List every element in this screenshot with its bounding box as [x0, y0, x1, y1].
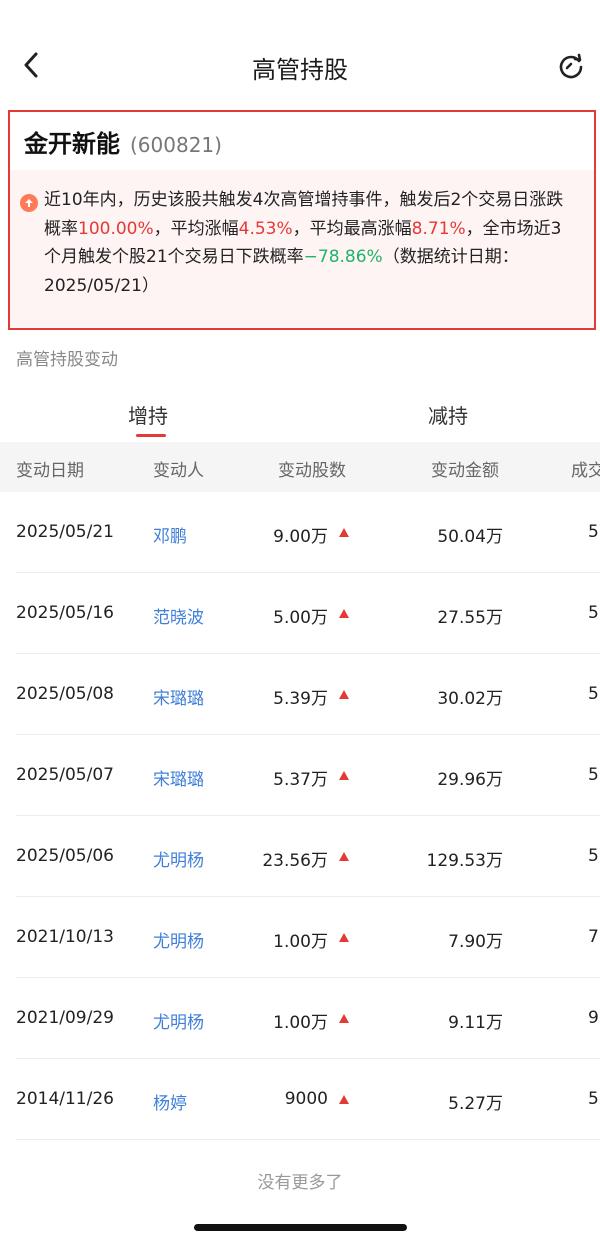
up-triangle-icon — [339, 1095, 349, 1104]
row-shares: 9000 — [284, 1089, 328, 1109]
row-price: 5 — [588, 603, 599, 623]
row-divider — [16, 1139, 600, 1140]
active-tab-indicator — [136, 434, 166, 437]
row-amount: 129.53万 — [426, 851, 503, 871]
row-shares: 5.39万 — [273, 689, 328, 709]
rise-probability: 100.00% — [78, 218, 154, 239]
row-person-link[interactable]: 尤明杨 — [153, 846, 204, 871]
row-date: 2025/05/16 — [16, 603, 114, 623]
tab-decrease[interactable]: 减持 — [300, 380, 600, 442]
table-row[interactable]: 2025/05/06 尤明杨 23.56万 129.53万 5 — [0, 816, 600, 897]
column-header-amount[interactable]: 变动金额 — [431, 456, 499, 481]
row-price: 5 — [588, 522, 599, 542]
home-indicator[interactable] — [194, 1224, 407, 1231]
up-triangle-icon — [339, 690, 349, 699]
up-triangle-icon — [339, 609, 349, 618]
stock-stats: 近10年内，历史该股共触发4次高管增持事件，触发后2个交易日涨跌概率100.00… — [10, 170, 594, 327]
row-shares: 5.00万 — [273, 608, 328, 628]
row-date: 2025/05/08 — [16, 684, 114, 704]
section-label: 高管持股变动 — [16, 350, 118, 370]
row-person-link[interactable]: 邓鹏 — [153, 522, 187, 547]
table-body: 2025/05/21 邓鹏 9.00万 50.04万 5 2025/05/16 … — [0, 492, 600, 1140]
row-price: 5 — [588, 1089, 599, 1109]
stock-header: 金开新能 (600821) — [10, 112, 594, 170]
stock-description: 近10年内，历史该股共触发4次高管增持事件，触发后2个交易日涨跌概率100.00… — [44, 190, 564, 296]
row-price: 5 — [588, 765, 599, 785]
up-triangle-icon — [339, 852, 349, 861]
row-price: 9 — [588, 1008, 599, 1028]
table-row[interactable]: 2025/05/08 宋璐璐 5.39万 30.02万 5 — [0, 654, 600, 735]
row-shares: 23.56万 — [262, 851, 328, 871]
row-price: 5 — [588, 684, 599, 704]
table-row[interactable]: 2021/10/13 尤明杨 1.00万 7.90万 7 — [0, 897, 600, 978]
nav-bar: 高管持股 — [0, 30, 600, 100]
row-date: 2021/09/29 — [16, 1008, 114, 1028]
arrow-up-icon — [20, 194, 38, 212]
tab-increase[interactable]: 增持 — [0, 380, 300, 442]
row-date: 2021/10/13 — [16, 927, 114, 947]
table-row[interactable]: 2025/05/16 范晓波 5.00万 27.55万 5 — [0, 573, 600, 654]
page-title: 高管持股 — [252, 56, 348, 84]
row-person-link[interactable]: 尤明杨 — [153, 927, 204, 952]
row-shares: 5.37万 — [273, 770, 328, 790]
row-date: 2014/11/26 — [16, 1089, 114, 1109]
table-row[interactable]: 2014/11/26 杨婷 9000 5.27万 5 — [0, 1059, 600, 1140]
row-date: 2025/05/06 — [16, 846, 114, 866]
row-shares: 1.00万 — [273, 932, 328, 952]
up-triangle-icon — [339, 933, 349, 942]
up-triangle-icon — [339, 771, 349, 780]
row-person-link[interactable]: 宋璐璐 — [153, 765, 204, 790]
average-max-gain: 8.71% — [411, 218, 466, 239]
row-amount: 27.55万 — [437, 608, 503, 628]
column-header-date[interactable]: 变动日期 — [16, 456, 84, 481]
row-price: 5 — [588, 846, 599, 866]
column-header-person[interactable]: 变动人 — [153, 456, 204, 481]
column-header-shares[interactable]: 变动股数 — [278, 456, 346, 481]
row-person-link[interactable]: 范晓波 — [153, 603, 204, 628]
row-person-link[interactable]: 宋璐璐 — [153, 684, 204, 709]
row-shares: 1.00万 — [273, 1013, 328, 1033]
row-amount: 5.27万 — [448, 1094, 503, 1114]
table-row[interactable]: 2021/09/29 尤明杨 1.00万 9.11万 9 — [0, 978, 600, 1059]
stock-summary-card: 金开新能 (600821) 近10年内，历史该股共触发4次高管增持事件，触发后2… — [8, 110, 596, 330]
column-header-price[interactable]: 成交 — [571, 456, 600, 481]
row-shares: 9.00万 — [273, 527, 328, 547]
refresh-icon[interactable] — [556, 52, 586, 82]
row-person-link[interactable]: 尤明杨 — [153, 1008, 204, 1033]
average-gain: 4.53% — [238, 218, 293, 239]
up-triangle-icon — [339, 1014, 349, 1023]
row-date: 2025/05/21 — [16, 522, 114, 542]
table-row[interactable]: 2025/05/21 邓鹏 9.00万 50.04万 5 — [0, 492, 600, 573]
row-amount: 30.02万 — [437, 689, 503, 709]
row-price: 7 — [588, 927, 599, 947]
row-amount: 50.04万 — [437, 527, 503, 547]
row-date: 2025/05/07 — [16, 765, 114, 785]
row-person-link[interactable]: 杨婷 — [153, 1089, 187, 1114]
tab-bar: 增持 减持 — [0, 380, 600, 442]
table-header: 变动日期 变动人 变动股数 变动金额 成交 — [0, 442, 600, 492]
up-triangle-icon — [339, 528, 349, 537]
row-amount: 29.96万 — [437, 770, 503, 790]
stock-code: (600821) — [130, 133, 222, 157]
no-more-data-label: 没有更多了 — [257, 1173, 343, 1193]
row-amount: 9.11万 — [448, 1013, 503, 1033]
fall-probability: −78.86% — [303, 247, 383, 267]
row-amount: 7.90万 — [448, 932, 503, 952]
table-row[interactable]: 2025/05/07 宋璐璐 5.37万 29.96万 5 — [0, 735, 600, 816]
stock-name: 金开新能 — [24, 130, 120, 158]
